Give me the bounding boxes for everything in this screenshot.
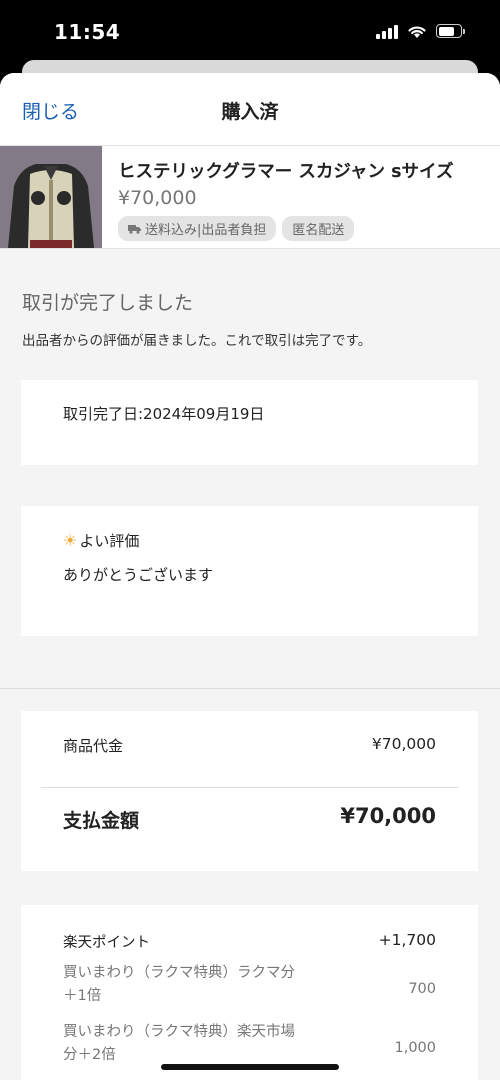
status-bar: 11:54: [0, 0, 500, 68]
total-label: 支払金額: [63, 810, 140, 832]
nav-bar: 閉じる 購入済: [0, 73, 500, 145]
product-summary[interactable]: ヒステリックグラマー スカジャン sサイズ ¥70,000 送料込み|出品者負担…: [0, 145, 500, 249]
points-item-line1: 買いまわり（ラクマ特典）楽天市場: [63, 1024, 295, 1040]
review-rating: ☀ よい評価: [63, 530, 139, 551]
shipping-tag-label: 送料込み|出品者負担: [145, 223, 267, 238]
item-price-label: 商品代金: [63, 737, 124, 755]
payment-card: 商品代金 ¥70,000 支払金額 ¥70,000: [21, 711, 478, 871]
item-price-value: ¥70,000: [371, 735, 436, 753]
page-title: 購入済: [221, 101, 279, 123]
status-message: 出品者からの評価が届きました。これで取引は完了です。: [22, 333, 372, 349]
anonymous-tag: 匿名配送: [282, 216, 355, 241]
battery-icon: [436, 24, 465, 38]
total-value: ¥70,000: [340, 804, 436, 828]
status-heading: 取引が完了しました: [22, 292, 194, 314]
completion-date-card: 取引完了日:2024年09月19日: [21, 380, 478, 465]
anonymous-tag-label: 匿名配送: [292, 223, 345, 238]
status-icons: [376, 23, 465, 39]
product-price: ¥70,000: [118, 187, 197, 209]
completion-date: 取引完了日:2024年09月19日: [63, 405, 265, 423]
points-card: 楽天ポイント +1,700 買いまわり（ラクマ特典）ラクマ分 ＋1倍 700 買…: [21, 905, 478, 1080]
payment-divider: [41, 787, 458, 788]
product-name: ヒステリックグラマー スカジャン sサイズ: [118, 162, 454, 182]
purchase-sheet: 閉じる 購入済 ヒステリックグラマー スカジャン sサイズ ¥70,000 送料…: [0, 73, 500, 1080]
review-comment: ありがとうございます: [63, 566, 214, 584]
product-tags: 送料込み|出品者負担 匿名配送: [118, 216, 355, 241]
review-card: ☀ よい評価 ありがとうございます: [21, 506, 478, 636]
points-item-value: 1,000: [394, 1040, 436, 1056]
product-thumbnail: [0, 146, 102, 248]
points-label: 楽天ポイント: [63, 935, 150, 951]
points-value: +1,700: [378, 931, 436, 949]
points-item: 買いまわり（ラクマ特典）楽天市場 分＋2倍: [63, 1021, 295, 1067]
status-time: 11:54: [54, 20, 121, 44]
points-item-value: 700: [408, 981, 436, 997]
shipping-tag: 送料込み|出品者負担: [118, 216, 277, 241]
points-item-line2: ＋1倍: [63, 988, 102, 1005]
sun-icon: ☀: [63, 531, 78, 550]
points-item-line1: 買いまわり（ラクマ特典）ラクマ分: [63, 965, 295, 981]
section-divider: [0, 688, 500, 689]
truck-icon: [128, 224, 141, 234]
wifi-icon: [408, 25, 426, 38]
points-item: 買いまわり（ラクマ特典）ラクマ分 ＋1倍: [63, 962, 295, 1008]
home-indicator[interactable]: [161, 1064, 339, 1070]
review-rating-label: よい評価: [79, 532, 140, 550]
signal-icon: [376, 23, 398, 39]
